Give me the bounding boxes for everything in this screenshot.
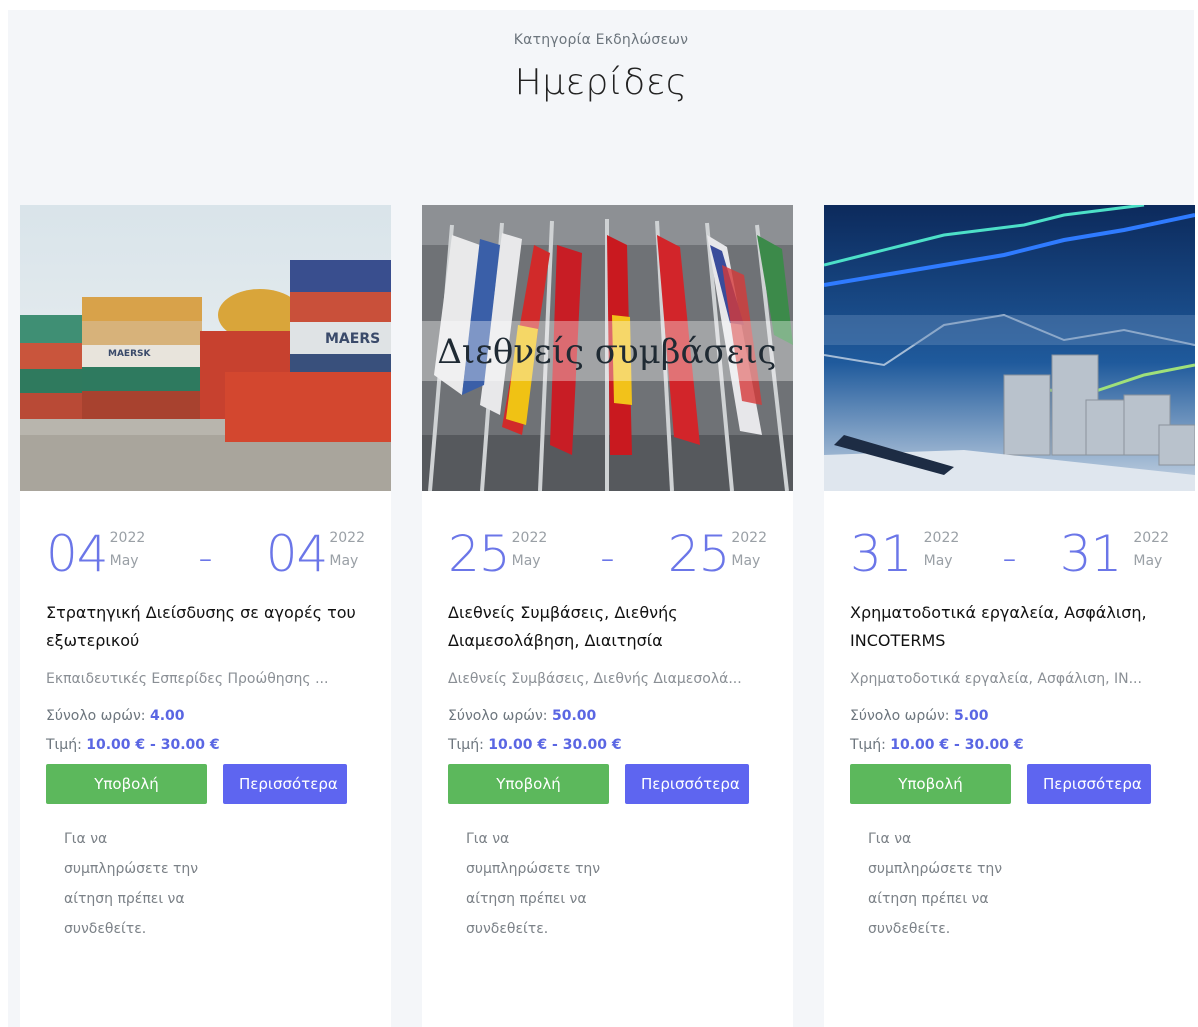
end-year: 2022 (731, 530, 767, 546)
submit-application-button[interactable]: Υποβολή αίτησης (850, 764, 1011, 833)
date-separator: - (1002, 535, 1017, 581)
event-meta: Σύνολο ωρών: 50.00 Τιμή: 10.00 € - 30.00… (448, 702, 767, 760)
hours-label: Σύνολο ωρών: (448, 708, 548, 724)
start-date: 25 2022 May (448, 529, 547, 579)
price-label: Τιμή: (46, 737, 82, 753)
image-caption: Διεθνείς συμβάσεις (437, 332, 776, 372)
end-day: 31 (1059, 525, 1123, 583)
svg-text:MAERSK: MAERSK (108, 349, 151, 359)
card-actions: Υποβολή αίτησης Περισσότερα (46, 764, 365, 833)
event-image-containers[interactable]: MAERS MAERSK (20, 205, 391, 491)
event-description: Διεθνείς Συμβάσεις, Διεθνής Διαμεσολά... (448, 671, 742, 687)
event-meta: Σύνολο ωρών: 4.00 Τιμή: 10.00 € - 30.00 … (46, 702, 365, 760)
price-row: Τιμή: 10.00 € - 30.00 € (850, 731, 1169, 760)
start-day: 04 (46, 525, 109, 583)
start-month: May (109, 553, 139, 569)
event-title[interactable]: Διεθνείς Συμβάσεις, Διεθνής Διαμεσολάβησ… (448, 599, 767, 655)
card-actions: Υποβολή αίτησης Περισσότερα (448, 764, 767, 833)
end-date: 31 2022 May (1060, 529, 1169, 579)
price-value: 10.00 € - 30.00 € (86, 737, 220, 753)
svg-text:MAERS: MAERS (325, 331, 380, 347)
end-year: 2022 (1133, 530, 1169, 546)
start-year: 2022 (923, 530, 960, 546)
price-value: 10.00 € - 30.00 € (890, 737, 1024, 753)
hours-row: Σύνολο ωρών: 5.00 (850, 702, 1169, 731)
end-date: 25 2022 May (668, 529, 767, 579)
start-date: 31 2022 May (850, 529, 959, 579)
hours-row: Σύνολο ωρών: 50.00 (448, 702, 767, 731)
start-year: 2022 (511, 530, 548, 546)
page: Κατηγορία Εκδηλώσεων Ημερίδες MAERS MAER… (8, 10, 1195, 1027)
date-separator: - (198, 535, 213, 581)
event-meta: Σύνολο ωρών: 5.00 Τιμή: 10.00 € - 30.00 … (850, 702, 1169, 760)
date-separator: - (600, 535, 615, 581)
flags-illustration: Διεθνείς συμβάσεις (422, 205, 793, 491)
end-month: May (329, 553, 359, 569)
end-year: 2022 (329, 530, 365, 546)
end-day: 04 (265, 525, 329, 583)
event-card: Διεθνείς συμβάσεις 25 2022 May - 25 2022… (422, 205, 793, 1027)
start-month: May (923, 553, 953, 569)
event-title[interactable]: Στρατηγική Διείσδυσης σε αγορές του εξωτ… (46, 599, 365, 655)
event-description: Εκπαιδευτικές Εσπερίδες Προώθησης ... (46, 671, 329, 687)
price-row: Τιμή: 10.00 € - 30.00 € (46, 731, 365, 760)
event-card: 31 2022 May - 31 2022 May Χρηματοδοτικά … (824, 205, 1195, 1027)
page-title: Ημερίδες (514, 62, 688, 103)
price-value: 10.00 € - 30.00 € (488, 737, 622, 753)
finance-illustration (824, 205, 1195, 491)
end-month: May (1133, 553, 1163, 569)
more-button[interactable]: Περισσότερα (223, 764, 347, 804)
start-day: 31 (850, 525, 913, 583)
more-button[interactable]: Περισσότερα (625, 764, 749, 804)
event-card: MAERS MAERSK 04 2022 May - 04 2022 May Σ… (20, 205, 391, 1027)
start-date: 04 2022 May (46, 529, 145, 579)
price-row: Τιμή: 10.00 € - 30.00 € (448, 731, 767, 760)
hours-value: 50.00 (551, 708, 597, 724)
event-description: Χρηματοδοτικά εργαλεία, Ασφάλιση, IN... (850, 671, 1142, 687)
event-dates: 31 2022 May - 31 2022 May (850, 529, 1169, 583)
hours-value: 5.00 (953, 708, 989, 724)
event-image-finance[interactable] (824, 205, 1195, 491)
end-date: 04 2022 May (266, 529, 365, 579)
start-year: 2022 (109, 530, 146, 546)
event-image-flags[interactable]: Διεθνείς συμβάσεις (422, 205, 793, 491)
hours-label: Σύνολο ωρών: (850, 708, 950, 724)
page-header: Κατηγορία Εκδηλώσεων Ημερίδες (8, 10, 1194, 103)
start-month: May (511, 553, 541, 569)
hours-row: Σύνολο ωρών: 4.00 (46, 702, 365, 731)
end-day: 25 (667, 525, 731, 583)
submit-application-button[interactable]: Υποβολή αίτησης (448, 764, 609, 833)
event-card-body: 04 2022 May - 04 2022 May Στρατηγική Διε… (20, 529, 391, 944)
start-day: 25 (448, 525, 511, 583)
more-button[interactable]: Περισσότερα (1027, 764, 1151, 804)
card-actions: Υποβολή αίτησης Περισσότερα (850, 764, 1169, 833)
category-label: Κατηγορία Εκδηλώσεων (513, 32, 689, 48)
containers-illustration: MAERS MAERSK (20, 205, 391, 491)
price-label: Τιμή: (448, 737, 484, 753)
event-dates: 25 2022 May - 25 2022 May (448, 529, 767, 583)
hours-value: 4.00 (149, 708, 185, 724)
event-card-body: 31 2022 May - 31 2022 May Χρηματοδοτικά … (824, 529, 1195, 944)
end-month: May (731, 553, 761, 569)
event-card-body: 25 2022 May - 25 2022 May Διεθνείς Συμβά… (422, 529, 793, 944)
submit-application-button[interactable]: Υποβολή αίτησης (46, 764, 207, 833)
hours-label: Σύνολο ωρών: (46, 708, 146, 724)
event-dates: 04 2022 May - 04 2022 May (46, 529, 365, 583)
price-label: Τιμή: (850, 737, 886, 753)
event-title[interactable]: Χρηματοδοτικά εργαλεία, Ασφάλιση, INCOTE… (850, 599, 1169, 655)
